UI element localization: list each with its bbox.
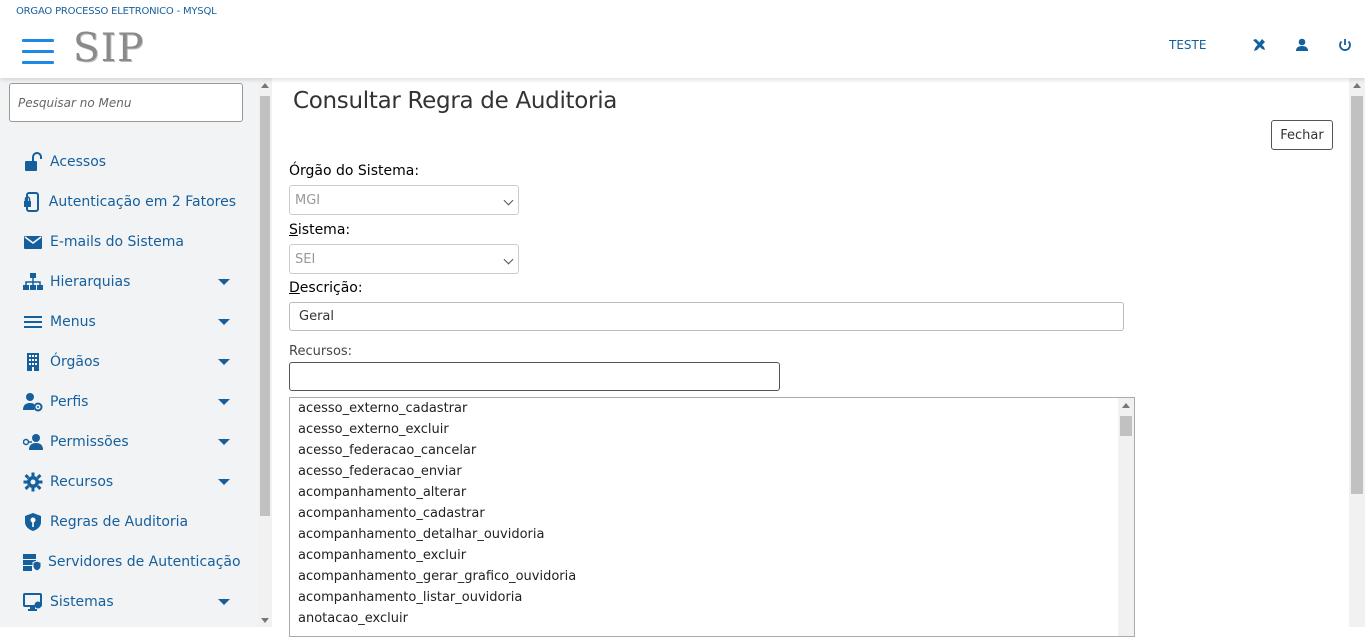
gear-icon [22,471,44,493]
sidebar-item-label: Servidores de Autenticação [48,554,241,570]
sidebar-item-label: Acessos [50,154,107,170]
sidebar: Acessos Autenticação em 2 Fatores E-mail… [0,78,258,627]
envelope-icon [22,231,44,253]
hamburger-menu-icon[interactable] [22,39,54,65]
orgao-select-value: MGI [295,193,321,208]
scrollbar-thumb[interactable] [1120,416,1132,436]
caret-down-icon [218,479,230,485]
sidebar-scrollbar[interactable] [258,78,272,627]
sidebar-item-label: Perfis [50,394,89,410]
user-key-icon [22,431,44,453]
sidebar-item-regras-auditoria[interactable]: Regras de Auditoria [22,508,236,536]
caret-down-icon [218,599,230,605]
recurso-option[interactable]: anotacao_excluir [290,608,1134,629]
sidebar-item-label: Sistemas [50,594,114,610]
scroll-down-icon[interactable] [261,618,269,623]
sidebar-item-acessos[interactable]: Acessos [22,148,236,176]
sidebar-item-servidores-autenticacao[interactable]: Servidores de Autenticação [22,548,241,576]
sidebar-item-label: Regras de Auditoria [50,514,189,530]
caret-down-icon [218,279,230,285]
lock-open-icon [22,151,44,173]
recurso-option[interactable]: acompanhamento_listar_ouvidoria [290,587,1134,608]
caret-down-icon [218,399,230,405]
listbox-scrollbar[interactable] [1118,398,1134,636]
main-scrollbar[interactable] [1349,78,1365,627]
chevron-down-icon [503,195,514,206]
menu-search-input[interactable] [9,83,243,122]
sidebar-item-label: Autenticação em 2 Fatores [48,194,236,210]
sidebar-item-emails[interactable]: E-mails do Sistema [22,228,236,256]
building-icon [22,351,44,373]
sidebar-item-perfis[interactable]: Perfis [22,388,236,416]
orgao-select[interactable]: MGI [289,185,519,215]
recurso-option[interactable]: acesso_federacao_cancelar [290,440,1134,461]
recurso-option[interactable]: acesso_federacao_enviar [290,461,1134,482]
scrollbar-thumb[interactable] [1351,96,1363,494]
sidebar-item-menus[interactable]: Menus [22,308,236,336]
caret-down-icon [218,359,230,365]
recursos-filter-input[interactable] [289,362,780,391]
recursos-options: acesso_externo_cadastrar acesso_externo_e… [290,398,1134,629]
user-icon[interactable] [1294,37,1310,53]
orgao-label: Órgão do Sistema: [289,163,420,179]
tools-icon[interactable] [1251,37,1267,53]
recurso-option[interactable]: acompanhamento_gerar_grafico_ouvidoria [290,566,1134,587]
scroll-up-icon[interactable] [1353,83,1361,88]
sistema-select[interactable]: SEI [289,244,519,274]
descricao-input[interactable] [289,302,1124,331]
caret-down-icon [218,319,230,325]
sidebar-item-label: Órgãos [50,354,100,370]
org-title: ORGAO PROCESSO ELETRONICO - MYSQL [16,6,217,17]
recurso-option[interactable]: acompanhamento_excluir [290,545,1134,566]
sidebar-item-hierarquias[interactable]: Hierarquias [22,268,236,296]
recursos-label: Recursos: [289,344,353,359]
shield-key-icon [22,511,44,533]
scroll-up-icon[interactable] [261,83,269,88]
phone-lock-icon [22,191,43,213]
recurso-option[interactable]: acesso_externo_excluir [290,419,1134,440]
page-title: Consultar Regra de Auditoria [293,88,618,114]
recurso-option[interactable]: acesso_externo_cadastrar [290,398,1134,419]
chevron-down-icon [503,254,514,265]
top-header: ORGAO PROCESSO ELETRONICO - MYSQL SIP TE… [0,0,1365,78]
user-cog-icon [22,391,44,413]
sidebar-item-orgaos[interactable]: Órgãos [22,348,236,376]
bars-icon [22,311,44,333]
sidebar-item-label: E-mails do Sistema [50,234,184,250]
sidebar-item-permissoes[interactable]: Permissões [22,428,236,456]
close-button[interactable]: Fechar [1271,120,1333,150]
recurso-option[interactable]: acompanhamento_cadastrar [290,503,1134,524]
sidebar-item-label: Recursos [50,474,114,490]
monitor-cog-icon [22,591,44,613]
recursos-listbox[interactable]: acesso_externo_cadastrar acesso_externo_e… [289,397,1135,637]
caret-down-icon [218,439,230,445]
user-name[interactable]: TESTE [1169,38,1206,52]
sitemap-icon [22,271,44,293]
sidebar-item-label: Hierarquias [50,274,131,290]
sidebar-item-label: Menus [50,314,96,330]
main-content: Consultar Regra de Auditoria Fechar Órgã… [272,78,1349,637]
sidebar-item-autenticacao-2-fatores[interactable]: Autenticação em 2 Fatores [22,188,236,216]
power-icon[interactable] [1337,37,1353,53]
sistema-label: Sistema: [289,222,351,238]
scrollbar-thumb[interactable] [260,96,270,516]
sidebar-item-label: Permissões [50,434,129,450]
sidebar-item-recursos[interactable]: Recursos [22,468,236,496]
recurso-option[interactable]: acompanhamento_detalhar_ouvidoria [290,524,1134,545]
recurso-option[interactable]: acompanhamento_alterar [290,482,1134,503]
sistema-select-value: SEI [295,252,316,267]
server-shield-icon [22,551,42,573]
sidebar-item-sistemas[interactable]: Sistemas [22,588,236,616]
descricao-label: Descrição: [289,280,363,296]
scroll-up-icon[interactable] [1122,403,1130,408]
app-logo[interactable]: SIP [73,26,144,71]
